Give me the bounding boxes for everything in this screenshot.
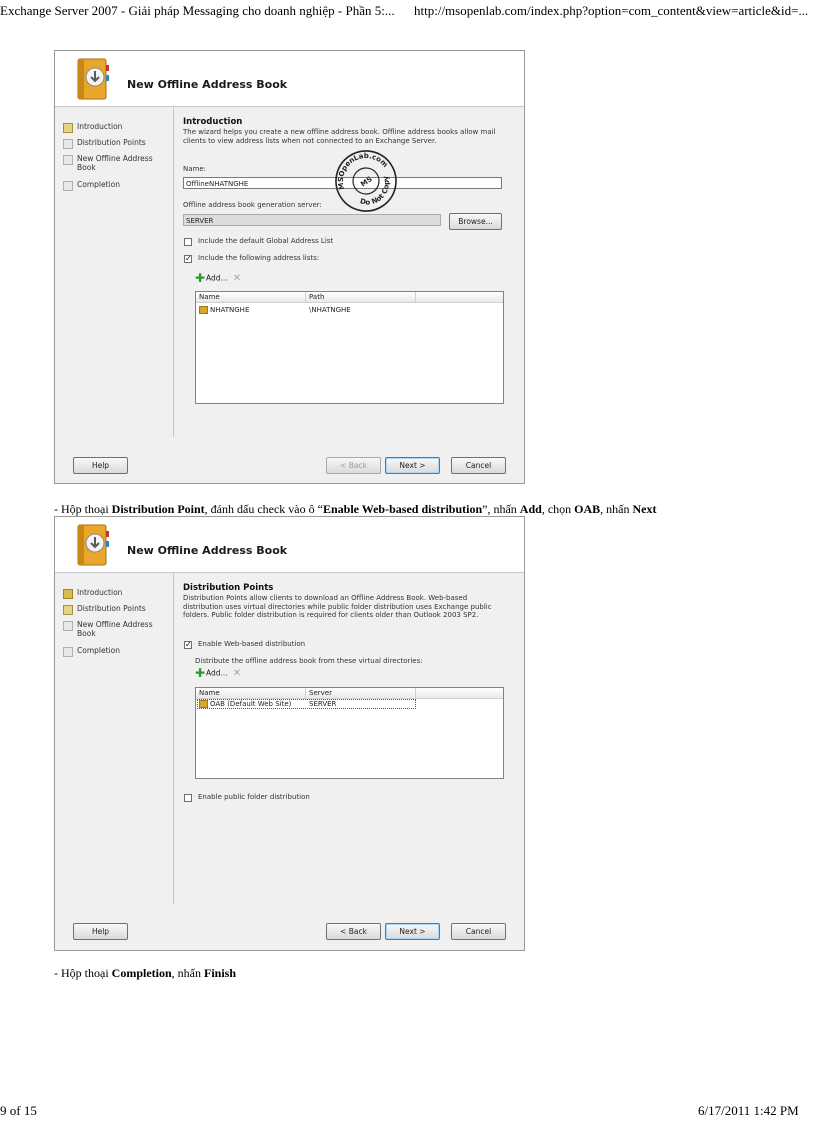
virtual-directories-table[interactable]: Name Server OAB (Default Web Site) SERVE… [195, 687, 504, 779]
caption-completion: - Hộp thoại Completion, nhấn Finish [54, 966, 236, 980]
web-site-icon [199, 700, 208, 708]
cancel-button[interactable]: Cancel [451, 923, 506, 940]
gal-checkbox[interactable] [184, 238, 192, 246]
add-button[interactable]: Add... [206, 274, 228, 283]
gal-checkbox-label: Include the default Global Address List [198, 237, 334, 245]
watermark-stamp: MSOpenLab.com Do Not Copy MS [333, 148, 399, 214]
table-header: Name Path [196, 292, 503, 303]
step-current-icon [63, 605, 73, 615]
step-pending-icon [63, 621, 73, 631]
wizard-banner: New Offline Address Book [55, 517, 524, 573]
step-current-icon [63, 123, 73, 133]
web-distribution-checkbox-label: Enable Web-based distribution [198, 640, 306, 648]
step-pending-icon [63, 155, 73, 165]
print-datetime: 6/17/2011 1:42 PM [698, 1103, 799, 1118]
wizard-title: New Offline Address Book [127, 544, 288, 557]
wizard-title: New Offline Address Book [127, 78, 288, 91]
column-header-name[interactable]: Name [196, 292, 306, 302]
address-book-icon [77, 524, 109, 566]
section-description: The wizard helps you create a new offlin… [183, 128, 496, 145]
next-button[interactable]: Next > [385, 457, 440, 474]
address-book-icon [77, 58, 109, 100]
caption-distribution-point: - Hộp thoại Distribution Point, đánh dấu… [54, 502, 657, 516]
add-button[interactable]: Add... [206, 669, 228, 678]
section-title: Distribution Points [183, 583, 274, 593]
back-button[interactable]: < Back [326, 457, 381, 474]
svg-text:MS: MS [359, 175, 373, 188]
wizard-steps: Introduction Distribution Points New Off… [55, 573, 174, 904]
step-done-icon [63, 589, 73, 599]
back-button[interactable]: < Back [326, 923, 381, 940]
page-url: http://msopenlab.com/index.php?option=co… [414, 3, 809, 18]
row-name-cell: OAB (Default Web Site) [199, 699, 291, 709]
wizard-content: Distribution Points Distribution Points … [183, 583, 517, 913]
remove-icon[interactable]: ✕ [233, 668, 241, 679]
address-list-icon [199, 306, 208, 314]
name-label: Name: [183, 165, 207, 173]
column-header-server[interactable]: Server [306, 688, 416, 698]
add-toolbar: ✚Add... ✕ [195, 667, 241, 679]
page-title: Exchange Server 2007 - Giải pháp Messagi… [0, 3, 395, 18]
web-distribution-checkbox[interactable]: ✓ [184, 641, 192, 649]
column-header-path[interactable]: Path [306, 292, 416, 302]
row-server-cell: SERVER [309, 700, 337, 708]
virtual-directories-label: Distribute the offline address book from… [195, 657, 423, 665]
section-description: Distribution Points allow clients to dow… [183, 594, 492, 619]
page-number: 9 of 15 [0, 1103, 37, 1118]
help-button[interactable]: Help [73, 923, 128, 940]
address-lists-checkbox[interactable]: ✓ [184, 255, 192, 263]
server-label: Offline address book generation server: [183, 201, 322, 209]
add-toolbar: ✚Add... ✕ [195, 272, 241, 284]
help-button[interactable]: Help [73, 457, 128, 474]
public-folder-checkbox-label: Enable public folder distribution [198, 793, 310, 801]
row-path-cell: \NHATNGHE [309, 306, 351, 314]
cancel-button[interactable]: Cancel [451, 457, 506, 474]
address-lists-checkbox-label: Include the following address lists: [198, 254, 320, 262]
address-lists-table[interactable]: Name Path NHATNGHE \NHATNGHE [195, 291, 504, 404]
add-icon[interactable]: ✚ [195, 272, 206, 284]
add-icon[interactable]: ✚ [195, 667, 206, 679]
wizard-banner: New Offline Address Book [55, 51, 524, 107]
wizard-introduction: New Offline Address Book Introduction Di… [54, 50, 525, 484]
remove-icon[interactable]: ✕ [233, 273, 241, 284]
row-name-cell: NHATNGHE [199, 305, 249, 315]
section-title: Introduction [183, 117, 243, 127]
table-header: Name Server [196, 688, 503, 699]
wizard-steps: Introduction Distribution Points New Off… [55, 107, 174, 437]
step-pending-icon [63, 181, 73, 191]
public-folder-checkbox[interactable] [184, 794, 192, 802]
server-input: SERVER [183, 214, 441, 226]
next-button[interactable]: Next > [385, 923, 440, 940]
browse-button[interactable]: Browse... [449, 213, 502, 230]
step-pending-icon [63, 647, 73, 657]
column-header-name[interactable]: Name [196, 688, 306, 698]
step-pending-icon [63, 139, 73, 149]
wizard-distribution-points: New Offline Address Book Introduction Di… [54, 516, 525, 951]
